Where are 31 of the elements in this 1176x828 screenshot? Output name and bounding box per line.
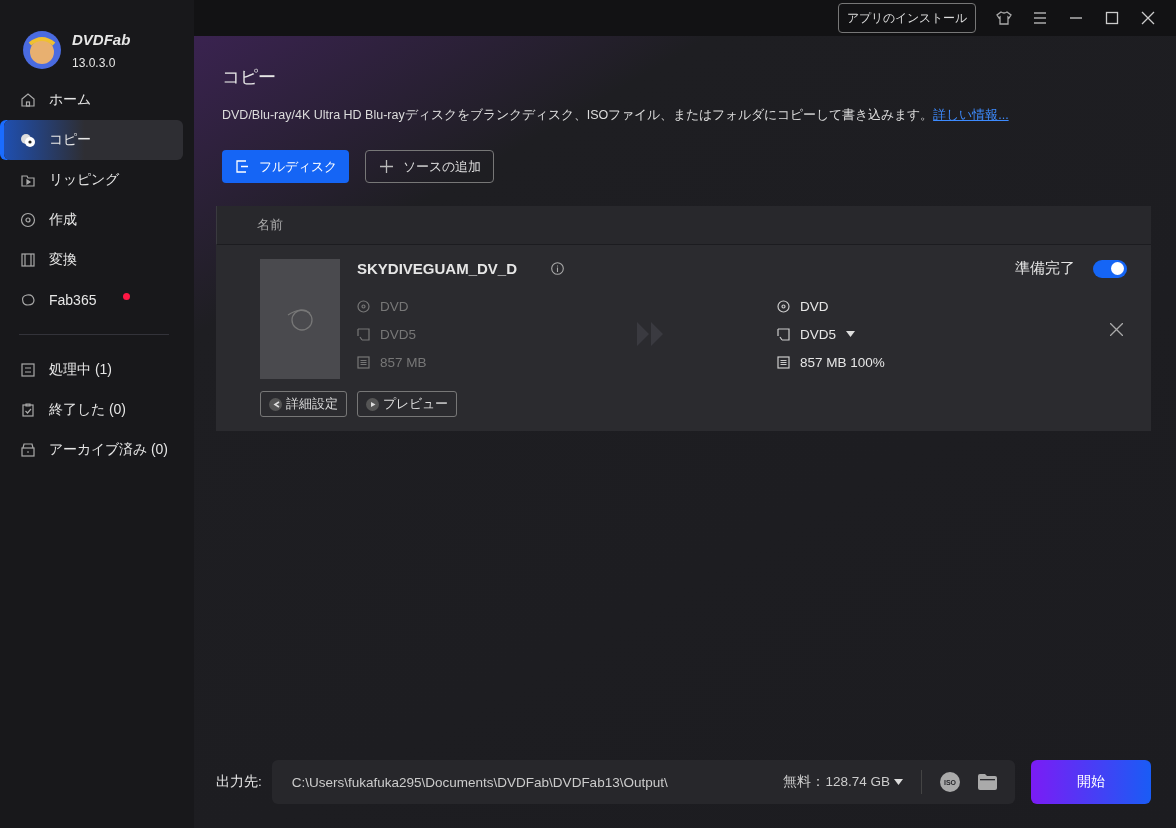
sidebar-item[interactable]: リッピング — [4, 160, 183, 200]
output-path[interactable]: C:\Users\fukafuka295\Documents\DVDFab\DVDFab13\Output\ — [291, 774, 766, 790]
add-source-button[interactable]: ソースの追加 — [365, 150, 494, 183]
disc-title: SKYDIVEGUAM_DV_D — [357, 260, 518, 277]
output-label: 出力先: — [216, 773, 262, 791]
source-disc-type: DVD5 — [380, 326, 416, 342]
source-size: 857 MB — [380, 354, 427, 370]
sidebar-item[interactable]: 変換 — [4, 240, 183, 280]
sidebar-item[interactable]: 作成 — [4, 200, 183, 240]
sidebar-item[interactable]: 終了した (0) — [4, 390, 183, 430]
sidebar-item[interactable]: ホーム — [4, 80, 183, 120]
start-button[interactable]: 開始 — [1031, 760, 1151, 804]
target-size: 857 MB 100% — [800, 354, 885, 370]
page-title: コピー — [222, 66, 277, 89]
sidebar-item[interactable]: Fab365 — [4, 280, 183, 320]
full-disc-button[interactable]: フルディスク — [222, 150, 349, 183]
sidebar-item[interactable]: 処理中 (1) — [4, 350, 183, 390]
source-disc: DVD — [380, 298, 409, 314]
free-space-dropdown[interactable]: 無料：128.74 GB — [783, 773, 903, 791]
target-disc-type-dropdown[interactable]: DVD5 — [800, 326, 855, 342]
target-disc: DVD — [800, 298, 829, 314]
more-info-link[interactable]: 詳しい情報... — [933, 108, 1009, 122]
column-header: 名前 — [257, 216, 283, 234]
sidebar-item[interactable]: アーカイブ済み (0) — [4, 430, 183, 470]
advanced-settings-button[interactable]: 詳細設定 — [260, 391, 347, 417]
app-name: DVDFab — [72, 30, 131, 48]
page-description: DVD/Blu-ray/4K Ultra HD Blu-rayディスクをブランクディスク、ISOファイル、またはフォルダにコピーして書き込みます。 — [222, 108, 934, 122]
app-version: 13.0.3.0 — [72, 55, 117, 70]
preview-button[interactable]: プレビュー — [357, 391, 457, 417]
install-app-button[interactable]: アプリのインストール — [838, 3, 976, 33]
status-text: 準備完了 — [1015, 259, 1075, 278]
